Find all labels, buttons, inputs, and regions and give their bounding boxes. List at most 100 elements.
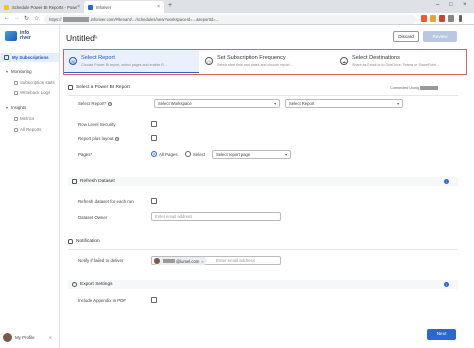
brave-shield-icon[interactable] (421, 15, 427, 22)
row-level-security-checkbox[interactable] (151, 121, 157, 127)
edit-pencil-icon[interactable]: ✎ (93, 34, 98, 41)
back-icon[interactable]: ← (4, 15, 10, 21)
extension-icon[interactable] (439, 15, 445, 22)
avatar (154, 258, 160, 264)
close-tab-icon[interactable]: × (77, 4, 80, 10)
section-header-refresh: Refresh Dataset (68, 177, 458, 186)
browser-tab-powerbi[interactable]: Schedule Power BI Reports - Power BI × (0, 1, 84, 13)
profile-label: My Profile (15, 335, 35, 340)
sidebar-item-metrics[interactable]: Metrics (0, 116, 59, 121)
sidebar-group-monitoring[interactable]: ▾ Monitoring (6, 69, 32, 74)
chevron-down-icon: ▾ (6, 105, 9, 110)
sidebar-item-label: Metrics (20, 116, 35, 121)
chip-domain: @lumel.com (176, 258, 200, 264)
report-plus-layout-checkbox[interactable] (151, 135, 157, 141)
url-prefix: https:// (49, 16, 62, 22)
step-subscription-frequency[interactable]: ◷ Set Subscription Frequency Select star… (200, 50, 334, 73)
bell-icon (68, 239, 73, 244)
profile-link[interactable]: My Profile (3, 333, 35, 342)
report-page-select[interactable]: Select report page ▾ (212, 150, 291, 159)
refresh-icon (72, 179, 77, 184)
select-report-label: Select Report* ? (78, 101, 113, 106)
redacted-block (62, 16, 89, 22)
notify-label: Notify if failed to deliver (78, 258, 124, 263)
divider (68, 95, 458, 96)
url-field[interactable]: https:// .inforiver.com/#/tenant/.../sch… (44, 14, 416, 24)
discard-button[interactable]: Discard (393, 31, 419, 42)
include-appendix-label: Include Appendix in PDF (78, 298, 127, 303)
sidebar-group-label: Insights (11, 105, 27, 110)
help-icon[interactable]: ? (108, 101, 113, 106)
pages-label: Pages* (78, 152, 93, 157)
sidebar-item-my-subscriptions[interactable]: My Subscriptions (0, 53, 59, 62)
sidebar-group-label: Monitoring (11, 69, 32, 74)
redacted-block (420, 86, 439, 90)
all-pages-label: All Pages (159, 152, 178, 157)
sidebar-item-subscription-stats[interactable]: Subscription stats (0, 80, 59, 85)
step-select-report[interactable]: ▤ Select Report Choose Power BI report, … (64, 50, 199, 73)
section-title: Notification (76, 239, 100, 244)
all-pages-radio[interactable] (151, 151, 157, 157)
clock-icon: ◷ (205, 57, 213, 65)
dataset-owner-input[interactable]: Enter email address (151, 212, 281, 221)
refresh-dataset-checkbox[interactable] (151, 198, 157, 204)
wizard-stepper: ▤ Select Report Choose Power BI report, … (63, 49, 467, 75)
workspace-select[interactable]: Select Workspace ▾ (154, 99, 280, 108)
collapse-sidebar-icon[interactable]: « (49, 335, 52, 341)
section-header-export: Export Settings (68, 280, 458, 289)
step-select-destinations[interactable]: ☁ Select Destinations Share as Email or … (335, 50, 466, 73)
step-label: Set Subscription Frequency (217, 55, 286, 61)
sidebar-item-all-reports[interactable]: All Reports (0, 127, 59, 132)
maximize-icon[interactable]: □ (449, 2, 453, 8)
next-button[interactable]: Next (427, 329, 456, 340)
browser-tab-bar: Schedule Power BI Reports - Power BI × I… (0, 0, 474, 13)
logo-mark-icon (5, 31, 17, 41)
sidebar-group-insights[interactable]: ▾ Insights (6, 105, 26, 110)
info-icon[interactable]: i (444, 282, 449, 287)
dataset-owner-label: Dataset Owner (78, 215, 108, 220)
help-icon[interactable]: ? (115, 136, 120, 141)
report-select[interactable]: Select Report ▾ (285, 99, 403, 108)
close-window-icon[interactable]: × (463, 2, 467, 8)
menu-icon[interactable] (459, 15, 462, 22)
sidebar-item-writeback-logs[interactable]: Writeback Logs (0, 90, 59, 95)
browser-tab-label: Inforiver (96, 4, 112, 10)
info-icon[interactable]: i (444, 179, 449, 184)
forward-icon[interactable]: → (14, 15, 20, 21)
address-bar-row: ← → ↻ ☆ https:// .inforiver.com/#/tenant… (0, 13, 474, 25)
inforiver-tab-icon (88, 4, 93, 10)
chevron-down-icon: ▾ (274, 102, 276, 106)
browser-tab-label: Schedule Power BI Reports - Power BI (11, 4, 78, 10)
refresh-dataset-label: Refresh dataset for each run (78, 199, 134, 204)
extension-icon[interactable] (430, 15, 436, 22)
minimize-icon[interactable]: – (436, 2, 439, 8)
email-chip[interactable]: @lumel.com × (153, 257, 207, 265)
browser-tab-inforiver[interactable]: Inforiver × (84, 1, 164, 13)
bookmark-icon[interactable]: ☆ (34, 15, 39, 22)
remove-chip-icon[interactable]: × (201, 259, 203, 264)
chevron-down-icon: ▾ (6, 69, 9, 74)
stats-icon (14, 80, 18, 85)
section-header-notification: Notification (68, 239, 458, 244)
cloud-icon: ☁ (340, 57, 348, 65)
step-label: Select Report (81, 55, 115, 61)
review-button[interactable]: Review (423, 31, 457, 42)
include-appendix-checkbox[interactable] (151, 297, 157, 303)
section-title: Refresh Dataset (80, 179, 115, 184)
new-tab-button[interactable]: + (168, 2, 172, 9)
report-icon (68, 85, 73, 90)
sidebar: info river My Subscriptions ▾ Monitoring… (0, 25, 60, 348)
page-title[interactable]: Untitled (66, 33, 95, 43)
report-step-icon: ▤ (69, 57, 77, 65)
step-description: Select start time and dates and choose r… (217, 62, 293, 67)
close-tab-icon[interactable]: × (157, 4, 160, 10)
select-pages-label: Select (193, 152, 206, 157)
divider (68, 249, 458, 250)
reload-icon[interactable]: ↻ (24, 15, 29, 22)
redacted-block (163, 259, 175, 263)
url-text: .inforiver.com/#/tenant/.../schedules/ne… (89, 16, 220, 22)
workspace-placeholder: Select Workspace (158, 101, 192, 106)
puzzle-icon[interactable] (448, 15, 454, 22)
section-title: Export Settings (80, 282, 113, 287)
select-pages-radio[interactable] (185, 151, 191, 157)
